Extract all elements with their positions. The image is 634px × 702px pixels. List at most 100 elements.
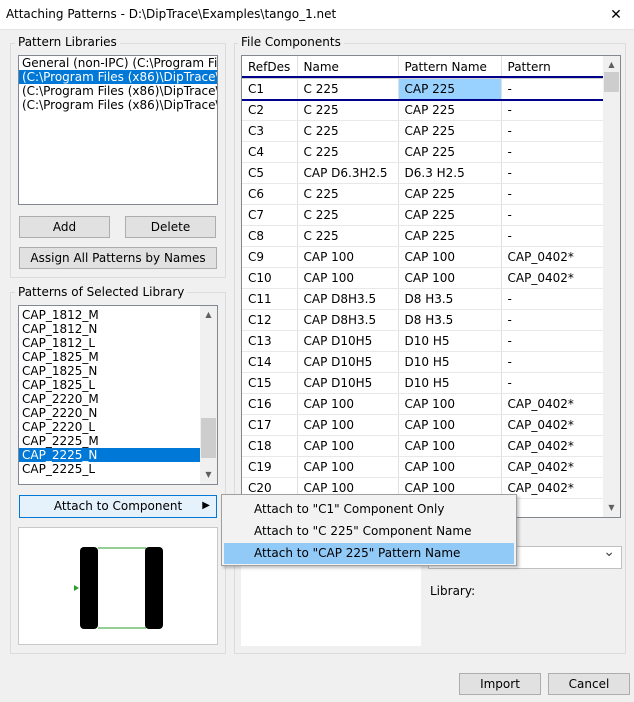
table-cell[interactable]: CAP 225 [398,120,502,142]
table-cell[interactable]: C2 [242,99,298,121]
table-cell[interactable]: CAP D8H3.5 [297,309,399,331]
table-cell[interactable]: CAP 225 [398,99,502,121]
table-cell[interactable]: D10 H5 [398,372,502,394]
components-scrollbar[interactable]: ▲ ▼ [603,56,620,517]
table-cell[interactable]: C12 [242,309,298,331]
table-cell[interactable]: D6.3 H2.5 [398,162,502,184]
pattern-item[interactable]: CAP_1825_M [19,350,200,364]
table-cell[interactable]: C15 [242,372,298,394]
table-row[interactable]: C7 C 225 CAP 225- [242,204,605,226]
table-cell[interactable]: CAP_0402* [501,393,605,415]
table-row[interactable]: C1 C 225 CAP 225- [242,76,606,101]
column-header[interactable]: Name [297,56,399,79]
pattern-item[interactable]: CAP_1812_N [19,322,200,336]
pattern-item[interactable]: CAP_1812_L [19,336,200,350]
column-header[interactable]: Pattern Name [398,56,502,79]
scroll-thumb[interactable] [201,418,216,458]
assign-all-patterns-button[interactable]: Assign All Patterns by Names [19,247,217,269]
table-cell[interactable]: - [501,225,605,247]
table-cell[interactable]: CAP 100 [398,414,502,436]
table-cell[interactable]: - [501,351,605,373]
column-header[interactable]: Pattern [501,56,605,79]
table-cell[interactable]: CAP_0402* [501,456,605,478]
table-row[interactable]: C19 CAP 100 CAP 100 CAP_0402* [242,456,605,478]
patterns-scrollbar[interactable]: ▲ ▼ [200,306,217,484]
table-row[interactable]: C5 CAP D6.3H2.5 D6.3 H2.5- [242,162,605,184]
table-cell[interactable]: CAP 100 [398,393,502,415]
table-cell[interactable]: CAP 100 [297,246,399,268]
table-cell[interactable]: C16 [242,393,298,415]
table-cell[interactable]: C10 [242,267,298,289]
column-header[interactable]: RefDes [242,56,298,79]
table-cell[interactable]: - [501,120,605,142]
table-cell[interactable]: - [501,288,605,310]
table-row[interactable]: C2 C 225 CAP 225- [242,99,605,121]
import-button[interactable]: Import [459,673,541,695]
table-row[interactable]: C16 CAP 100 CAP 100 CAP_0402* [242,393,605,415]
table-cell[interactable]: CAP 225 [398,225,502,247]
file-components-grid[interactable]: RefDes Name Pattern Name Pattern C1 C 225 CAP… [241,55,621,518]
table-cell[interactable]: - [501,330,605,352]
library-item[interactable]: (C:\Program Files (x86)\DipTrace\ [19,98,217,112]
table-cell[interactable]: - [501,162,605,184]
table-cell[interactable]: CAP D10H5 [297,330,399,352]
table-cell[interactable]: C 225 [297,78,399,100]
cancel-button[interactable]: Cancel [548,673,630,695]
table-row[interactable]: C11 CAP D8H3.5 D8 H3.5- [242,288,605,310]
table-cell[interactable]: D8 H3.5 [398,288,502,310]
table-row[interactable]: C14 CAP D10H5 D10 H5- [242,351,605,373]
table-cell[interactable]: CAP_0402* [501,414,605,436]
pattern-item[interactable]: CAP_1825_N [19,364,200,378]
table-cell[interactable]: C9 [242,246,298,268]
table-row[interactable]: C10 CAP 100 CAP 100 CAP_0402* [242,267,605,289]
table-cell[interactable]: D10 H5 [398,330,502,352]
table-cell[interactable]: - [501,204,605,226]
pattern-item[interactable]: CAP_1825_L [19,378,200,392]
table-cell[interactable]: CAP D10H5 [297,351,399,373]
table-cell[interactable]: C 225 [297,204,399,226]
library-item[interactable]: (C:\Program Files (x86)\DipTrace\ [19,84,217,98]
table-row[interactable]: C15 CAP D10H5 D10 H5- [242,372,605,394]
scroll-thumb[interactable] [604,72,619,92]
pattern-item[interactable]: CAP_2225_N [19,448,200,462]
table-cell[interactable]: C5 [242,162,298,184]
library-item[interactable]: (C:\Program Files (x86)\DipTrace\ [19,70,217,84]
table-cell[interactable]: CAP 100 [398,267,502,289]
menu-item[interactable]: Attach to "CAP 225" Pattern Name [224,543,514,564]
table-cell[interactable]: CAP D10H5 [297,372,399,394]
table-cell[interactable]: CAP_0402* [501,246,605,268]
table-cell[interactable]: C19 [242,456,298,478]
table-cell[interactable]: CAP 225 [398,204,502,226]
table-cell[interactable]: CAP 100 [297,393,399,415]
table-cell[interactable]: C14 [242,351,298,373]
close-icon[interactable]: ✕ [604,3,628,27]
table-cell[interactable]: - [501,372,605,394]
table-cell[interactable]: C11 [242,288,298,310]
menu-item[interactable]: Attach to "C1" Component Only [224,499,514,520]
pattern-item[interactable]: CAP_2220_M [19,392,200,406]
table-cell[interactable]: C1 [242,78,298,100]
table-cell[interactable]: C 225 [297,99,399,121]
table-cell[interactable]: CAP_0402* [501,267,605,289]
table-row[interactable]: C18 CAP 100 CAP 100 CAP_0402* [242,435,605,457]
table-cell[interactable]: C 225 [297,225,399,247]
scroll-down-icon[interactable]: ▼ [603,501,620,515]
table-cell[interactable]: - [501,99,605,121]
pattern-libraries-list[interactable]: General (non-IPC) (C:\Program Files (x86… [18,55,218,205]
table-cell[interactable]: D10 H5 [398,351,502,373]
table-cell[interactable]: C4 [242,141,298,163]
table-row[interactable]: C13 CAP D10H5 D10 H5- [242,330,605,352]
scroll-up-icon[interactable]: ▲ [200,308,217,322]
library-item[interactable]: General (non-IPC) (C:\Program Files (x86… [19,56,217,70]
patterns-list[interactable]: CAP_1812_M CAP_1812_N CAP_1812_L CAP_1825_M… [18,305,218,485]
table-cell[interactable]: CAP 100 [398,435,502,457]
table-cell[interactable]: C18 [242,435,298,457]
attach-to-component-button[interactable]: Attach to Component ▶ [19,495,217,518]
table-cell[interactable]: - [501,78,605,100]
pattern-item[interactable]: CAP_1812_M [19,308,200,322]
table-cell[interactable]: C13 [242,330,298,352]
table-cell[interactable]: C 225 [297,141,399,163]
table-cell[interactable]: - [501,141,605,163]
table-cell[interactable]: CAP 100 [398,456,502,478]
table-cell[interactable]: C 225 [297,120,399,142]
